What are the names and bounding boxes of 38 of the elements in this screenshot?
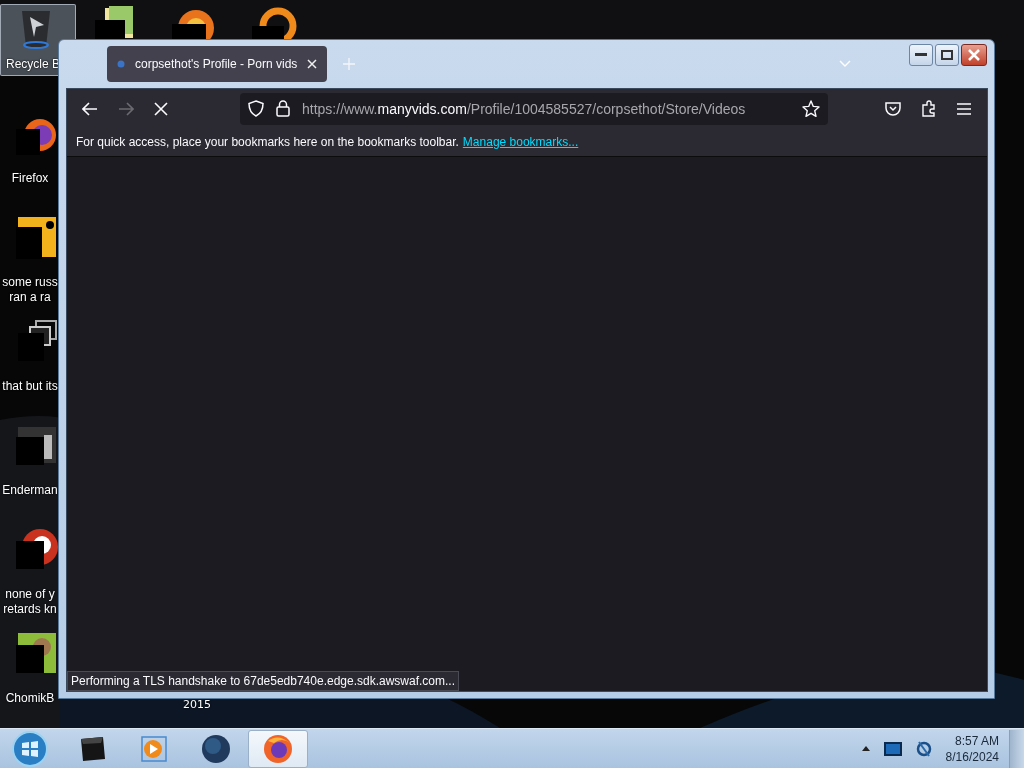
close-icon [968, 49, 980, 61]
maximize-button[interactable] [935, 44, 959, 66]
stop-icon[interactable] [154, 101, 168, 116]
manage-bookmarks-link[interactable]: Manage bookmarks... [462, 135, 579, 149]
icon-label: none of y retards kn [2, 587, 58, 617]
lock-icon[interactable] [276, 100, 290, 117]
browser-tab[interactable]: corpsethot's Profile - Porn vids [107, 46, 327, 82]
globe-icon [201, 733, 231, 764]
close-button[interactable] [961, 44, 987, 66]
favicon-icon [117, 60, 125, 68]
monitor-icon[interactable] [883, 741, 902, 756]
status-text: Performing a TLS handshake to 67de5edb740e.edge.sdk.awswaf.com... [67, 671, 460, 691]
firefox-icon [262, 732, 294, 765]
maximize-icon [941, 50, 953, 60]
menu-icon[interactable] [957, 102, 971, 115]
icon-label: ChomikB [4, 691, 56, 706]
network-icon[interactable] [915, 739, 932, 758]
address-bar[interactable]: https://www.manyvids.com/Profile/1004585527/corpsethot/Store/Videos [240, 92, 828, 125]
bookmarks-hint: For quick access, place your bookmarks here on the bookmarks toolbar. [76, 135, 459, 149]
minimize-icon [915, 53, 927, 57]
icon-label: Recycle B [6, 57, 59, 72]
close-icon[interactable] [307, 59, 317, 69]
back-icon[interactable] [82, 101, 98, 116]
star-icon[interactable] [802, 99, 820, 118]
puzzle-icon[interactable] [921, 100, 937, 117]
shield-icon[interactable] [248, 100, 264, 117]
icon-label: that but its [1, 379, 59, 394]
icon-label: 2015 [183, 698, 211, 711]
media-player-icon [140, 734, 168, 763]
minimize-button[interactable] [909, 44, 933, 66]
icon-label: Enderman [1, 483, 59, 498]
pocket-icon[interactable] [885, 101, 901, 116]
taskbar-button[interactable] [248, 729, 308, 768]
show-hidden-icons-icon[interactable] [861, 746, 870, 751]
icon-label: some russ ran a ra [1, 275, 59, 305]
clock-time[interactable]: 8:57 AM [954, 732, 999, 749]
icon-label: Firefox [10, 171, 50, 186]
clock-date[interactable]: 8/16/2024 [945, 748, 999, 765]
